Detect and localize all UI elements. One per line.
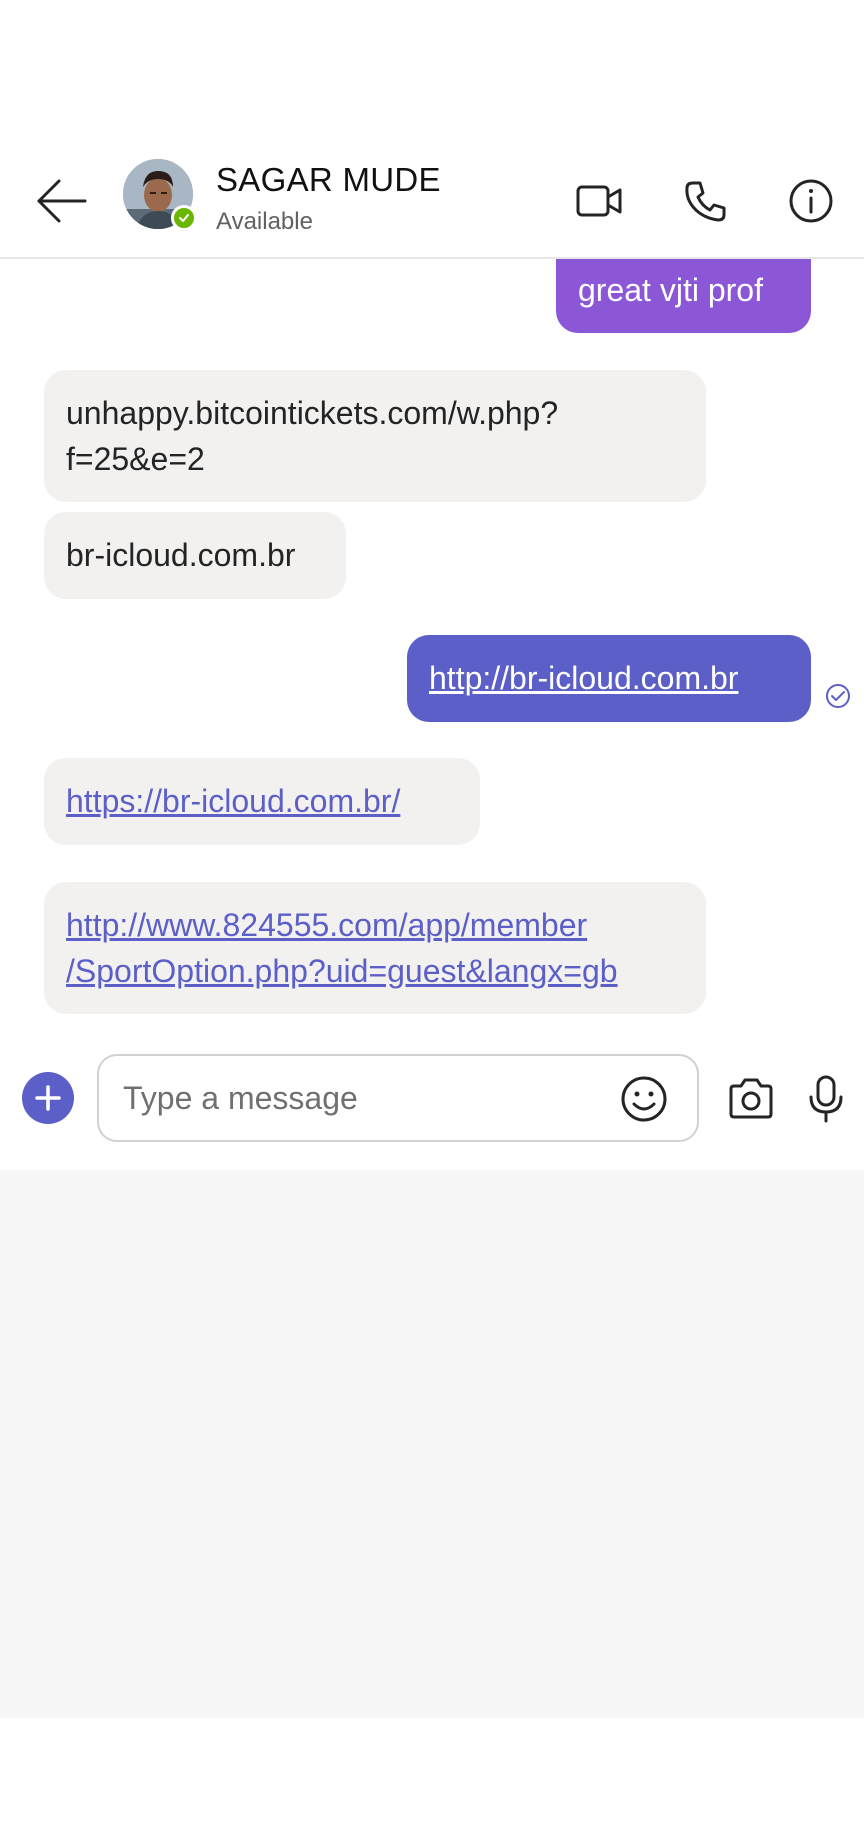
phone-call-icon[interactable]: [675, 171, 735, 231]
contact-name[interactable]: SAGAR MUDE: [216, 161, 441, 199]
presence-available-icon: [171, 205, 197, 231]
message-outgoing[interactable]: http://br-icloud.com.br: [407, 635, 811, 722]
back-arrow-icon[interactable]: [30, 170, 92, 232]
camera-icon[interactable]: [725, 1073, 777, 1125]
chat-screen: SAGAR MUDE Available great vjti prof unh…: [0, 0, 864, 1824]
message-link[interactable]: http://www.824555.com/app/member /SportO…: [66, 907, 618, 989]
emoji-icon[interactable]: [619, 1074, 669, 1124]
microphone-icon[interactable]: [806, 1073, 846, 1125]
keyboard-placeholder-area: [0, 1170, 864, 1718]
message-incoming[interactable]: br-icloud.com.br: [44, 512, 346, 599]
avatar[interactable]: [123, 159, 197, 231]
message-text: great vjti prof: [578, 272, 763, 308]
message-incoming[interactable]: unhappy.bitcointickets.com/w.php? f=25&e…: [44, 370, 706, 502]
video-call-icon[interactable]: [570, 171, 630, 231]
message-input[interactable]: [123, 1076, 593, 1120]
chat-header: SAGAR MUDE Available: [0, 130, 864, 259]
contact-status: Available: [216, 208, 313, 235]
message-incoming[interactable]: https://br-icloud.com.br/: [44, 758, 480, 845]
message-outgoing[interactable]: great vjti prof: [556, 259, 811, 333]
message-link[interactable]: http://br-icloud.com.br: [429, 660, 738, 696]
read-receipt-icon: [824, 682, 852, 710]
message-incoming[interactable]: http://www.824555.com/app/member /SportO…: [44, 882, 706, 1014]
message-link[interactable]: https://br-icloud.com.br/: [66, 783, 400, 819]
message-text: br-icloud.com.br: [66, 537, 296, 573]
compose-box: [97, 1054, 699, 1142]
add-attachment-button[interactable]: [22, 1072, 74, 1124]
plus-icon: [35, 1085, 61, 1111]
message-text: unhappy.bitcointickets.com/w.php? f=25&e…: [66, 395, 559, 477]
info-icon[interactable]: [781, 171, 841, 231]
